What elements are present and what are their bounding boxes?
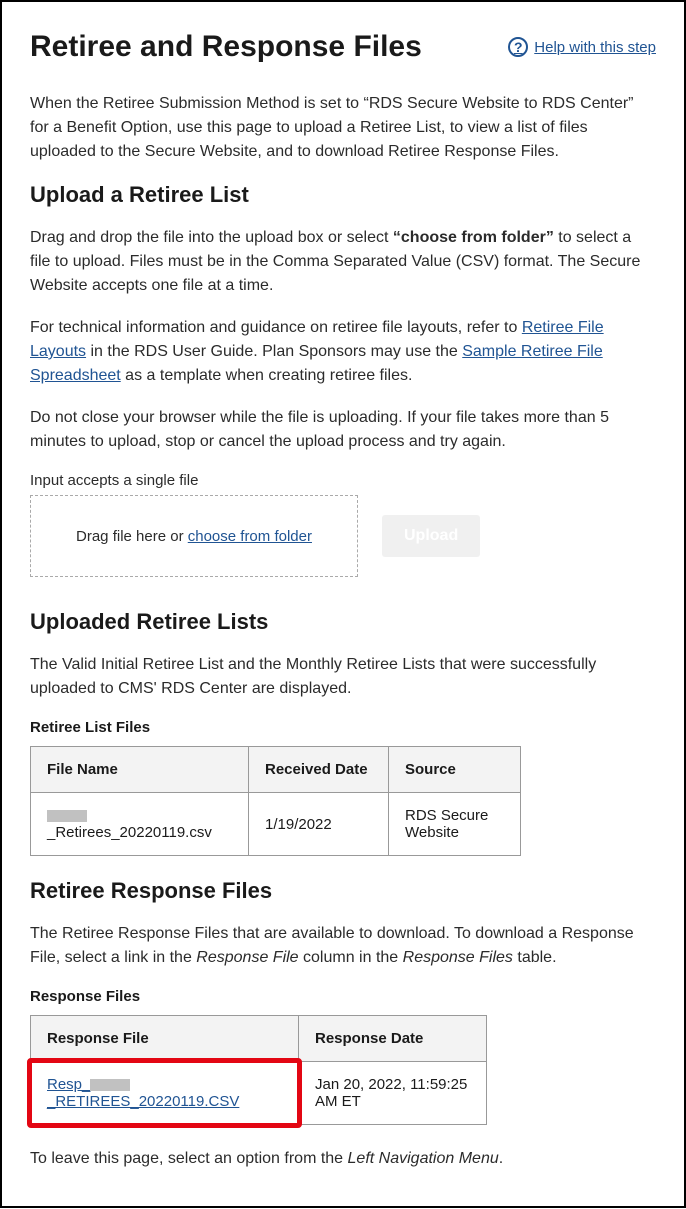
help-link-label: Help with this step (534, 39, 656, 56)
col-response-date: Response Date (299, 1016, 487, 1062)
text-run: To leave this page, select an option fro… (30, 1150, 348, 1167)
col-received-date: Received Date (249, 747, 389, 793)
upload-heading: Upload a Retiree List (30, 182, 656, 208)
response-desc: The Retiree Response Files that are avai… (30, 922, 656, 970)
uploaded-desc: The Valid Initial Retiree List and the M… (30, 653, 656, 701)
footer-note: To leave this page, select an option fro… (30, 1147, 656, 1171)
page-title: Retiree and Response Files (30, 30, 422, 64)
cell-file-name: _Retirees_20220119.csv (31, 793, 249, 856)
text-run: . (499, 1150, 503, 1167)
col-response-file: Response File (31, 1016, 299, 1062)
redacted-block (47, 810, 87, 822)
response-files-caption: Response Files (30, 988, 656, 1005)
retiree-list-caption: Retiree List Files (30, 719, 656, 736)
uploaded-heading: Uploaded Retiree Lists (30, 609, 656, 635)
retiree-list-table: File Name Received Date Source _Retirees… (30, 746, 521, 856)
response-heading: Retiree Response Files (30, 878, 656, 904)
upload-instructions-1: Drag and drop the file into the upload b… (30, 226, 656, 298)
help-icon: ? (508, 37, 528, 57)
text-italic: Response File (196, 949, 298, 966)
text-run: table. (513, 949, 557, 966)
col-file-name: File Name (31, 747, 249, 793)
link-prefix: Resp_ (47, 1076, 90, 1093)
upload-input-label: Input accepts a single file (30, 472, 656, 489)
text-run: Drag and drop the file into the upload b… (30, 229, 393, 246)
table-row: _Retirees_20220119.csv 1/19/2022 RDS Sec… (31, 793, 521, 856)
cell-response-date: Jan 20, 2022, 11:59:25 AM ET (299, 1062, 487, 1125)
text-run: as a template when creating retiree file… (121, 367, 413, 384)
text-run: For technical information and guidance o… (30, 319, 522, 336)
choose-from-folder-bold: “choose from folder” (393, 229, 554, 246)
choose-from-folder-link[interactable]: choose from folder (188, 528, 312, 545)
response-file-link[interactable]: Resp__RETIREES_20220119.CSV (47, 1076, 239, 1110)
file-dropzone[interactable]: Drag file here or choose from folder (30, 495, 358, 577)
text-italic: Left Navigation Menu (348, 1150, 499, 1167)
redacted-block (90, 1079, 130, 1091)
upload-instructions-3: Do not close your browser while the file… (30, 406, 656, 454)
response-files-table: Response File Response Date Resp__RETIRE… (30, 1015, 487, 1125)
cell-response-file: Resp__RETIREES_20220119.CSV (31, 1062, 299, 1125)
intro-paragraph: When the Retiree Submission Method is se… (30, 92, 656, 164)
upload-instructions-2: For technical information and guidance o… (30, 316, 656, 388)
upload-button[interactable]: Upload (382, 515, 480, 557)
col-source: Source (389, 747, 521, 793)
text-run: column in the (299, 949, 403, 966)
file-name-suffix: _Retirees_20220119.csv (47, 824, 212, 841)
page-header: Retiree and Response Files ? Help with t… (30, 30, 656, 64)
cell-source: RDS Secure Website (389, 793, 521, 856)
help-with-step-link[interactable]: ? Help with this step (508, 37, 656, 57)
text-italic: Response Files (403, 949, 513, 966)
cell-received-date: 1/19/2022 (249, 793, 389, 856)
link-suffix: _RETIREES_20220119.CSV (47, 1093, 239, 1110)
table-row: Resp__RETIREES_20220119.CSV Jan 20, 2022… (31, 1062, 487, 1125)
text-run: Drag file here or (76, 528, 188, 545)
dropzone-text: Drag file here or choose from folder (76, 528, 312, 545)
text-run: in the RDS User Guide. Plan Sponsors may… (86, 343, 462, 360)
